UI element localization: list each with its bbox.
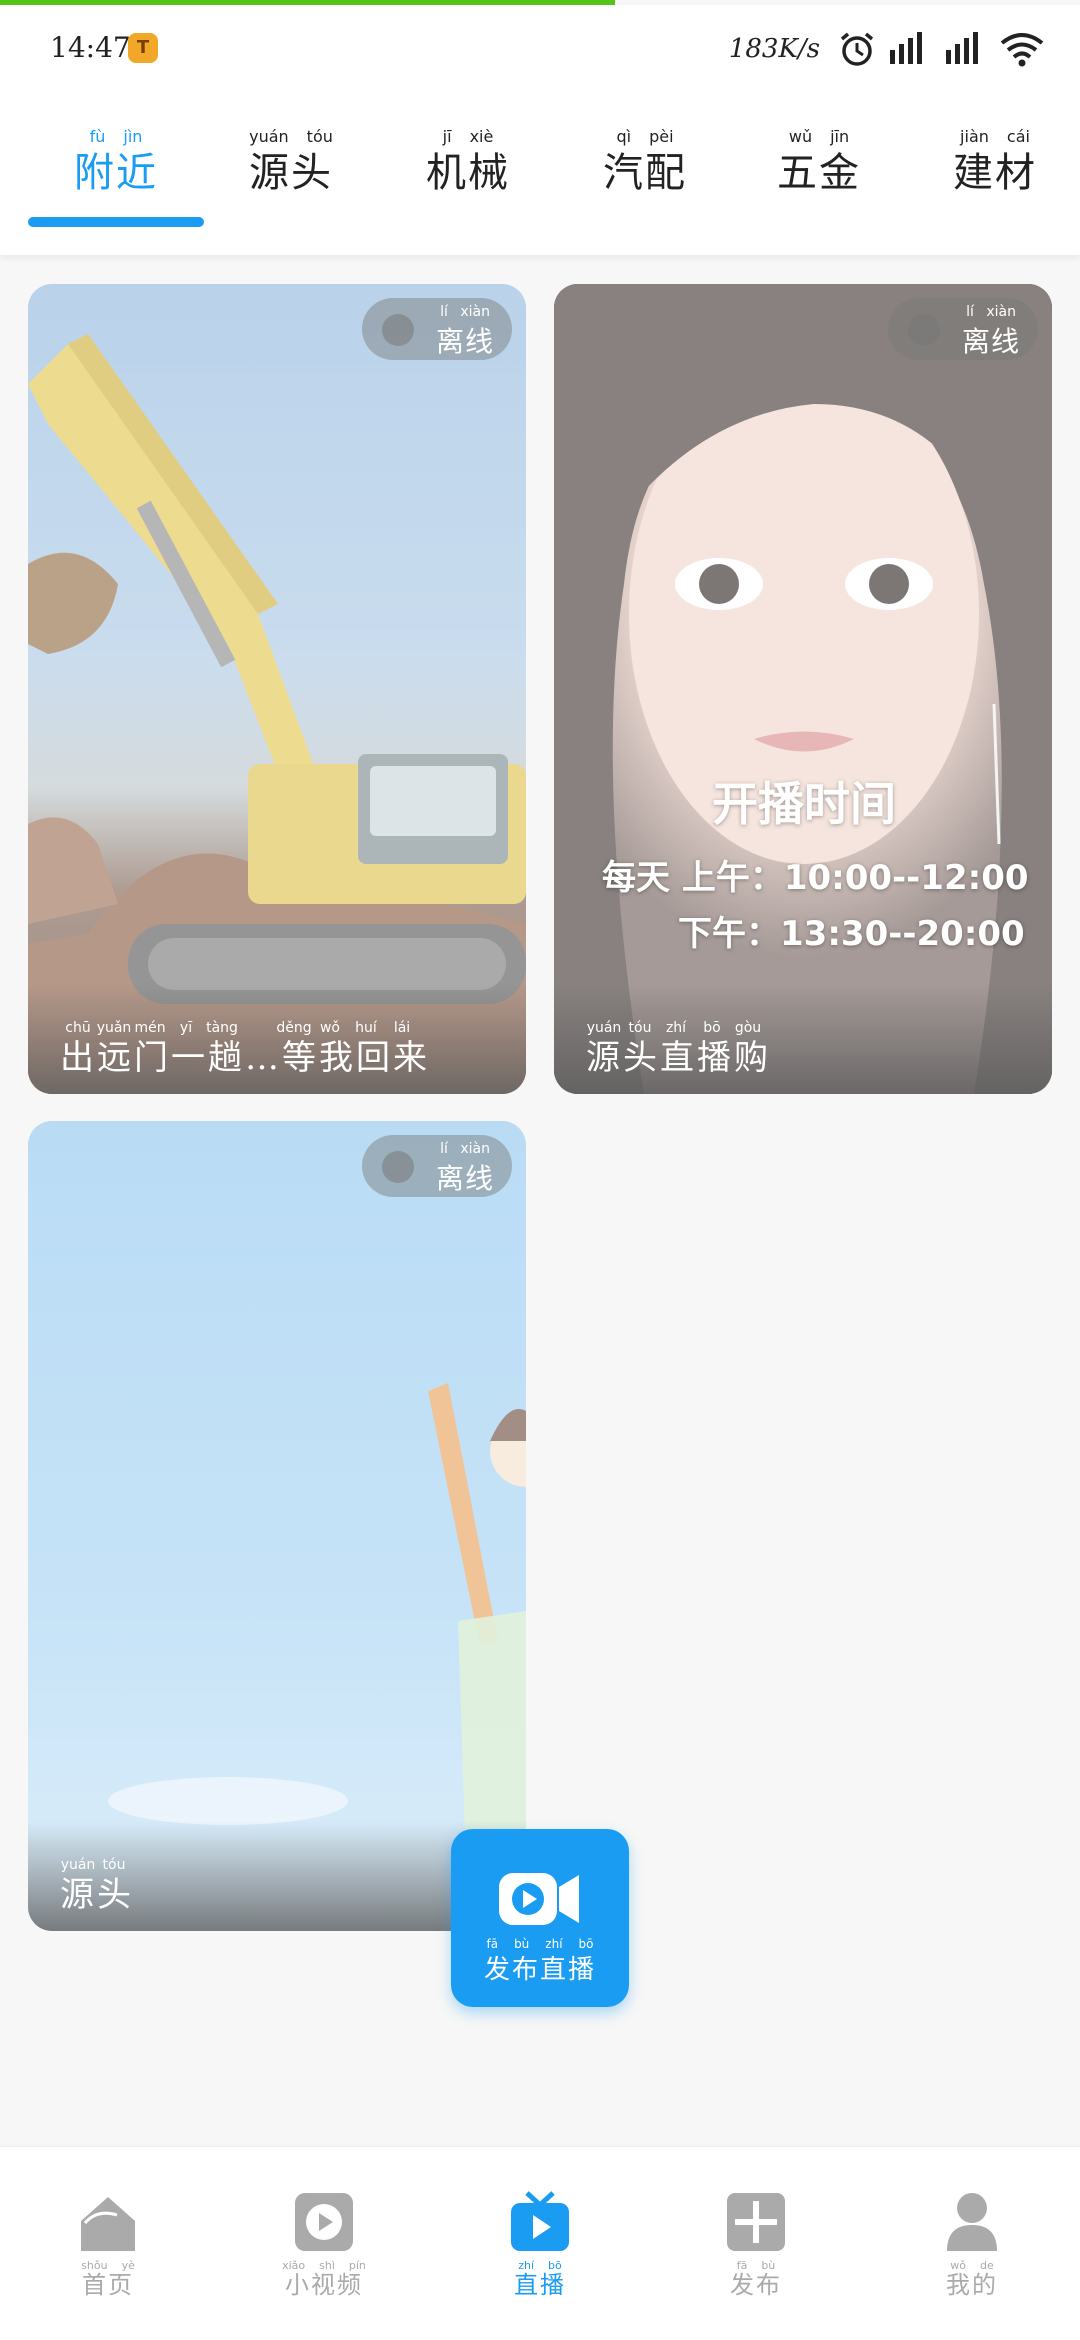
schedule-line-morning: 每天 上午：10:00--12:00	[602, 858, 1029, 898]
status-dot	[382, 1151, 414, 1183]
offline-dim	[28, 1121, 526, 1931]
tab-auto-parts[interactable]: qì pèi 汽配	[560, 127, 730, 199]
tab-label: 汽配	[603, 150, 687, 196]
nav-pinyin: wǒ de	[950, 2259, 994, 2272]
card-title: chū yuǎn mén yī tàng děng wǒ huí lái 出远门一趟…等我回来	[60, 1020, 430, 1078]
status-bar: 14:47 T 183K/s	[0, 5, 1080, 95]
status-icons: 183K/s	[729, 27, 1044, 71]
tab-machinery[interactable]: jī xiè 机械	[383, 127, 553, 199]
card-title: yuán tóu 源头	[60, 1857, 134, 1915]
title-pinyin: chū yuǎn mén yī tàng děng wǒ huí lái	[65, 1020, 411, 1036]
card-title: yuán tóu zhí bō gòu 源头直播购	[586, 1020, 771, 1078]
title-text: 出远门一趟…等我回来	[60, 1038, 430, 1078]
nav-pinyin: xiǎo shì pín	[282, 2259, 366, 2272]
tab-pinyin: jiàn cái	[960, 127, 1030, 146]
notification-app-icon: T	[128, 33, 158, 63]
tv-live-icon	[511, 2191, 569, 2251]
badge-pinyin: lí xiàn	[440, 1141, 490, 1157]
offline-badge: lí xiàn 离线	[362, 298, 512, 360]
nav-label: 小视频	[285, 2271, 363, 2299]
bottom-nav: shǒu yè 首页 xiǎo shì pín 小视频 zhí bō 直播 fā bù 发…	[0, 2146, 1080, 2340]
tab-pinyin: wǔ jīn	[788, 127, 850, 146]
nav-pinyin: shǒu yè	[81, 2259, 135, 2272]
active-tab-indicator	[28, 217, 204, 227]
tab-label: 机械	[426, 150, 510, 196]
tab-label: 五金	[777, 150, 861, 196]
nav-label: 直播	[514, 2271, 566, 2299]
title-text: 源头直播购	[586, 1038, 771, 1078]
title-pinyin: yuán tóu zhí bō gòu	[586, 1020, 762, 1036]
fab-label: 发布直播	[483, 1955, 596, 1985]
nav-pinyin: fā bù	[736, 2259, 776, 2272]
tab-pinyin: fù jìn	[89, 127, 143, 146]
publish-live-button[interactable]: fā bù zhí bō 发布直播	[451, 1829, 629, 2007]
tab-source[interactable]: yuán tóu 源头	[206, 127, 376, 199]
user-icon	[947, 2193, 997, 2251]
nav-mine[interactable]: wǒ de 我的	[902, 2191, 1042, 2299]
offline-dim	[554, 284, 1052, 1094]
plus-icon	[727, 2193, 785, 2251]
wifi-icon	[1000, 33, 1044, 67]
nav-label: 发布	[730, 2271, 782, 2299]
tab-label: 附近	[74, 150, 158, 196]
category-tabs: fù jìn 附近 yuán tóu 源头 jī xiè 机械 qì pèi 汽配 wǔ…	[0, 95, 1080, 255]
tab-pinyin: yuán tóu	[249, 127, 333, 146]
nav-pinyin: zhí bō	[518, 2259, 562, 2272]
tab-pinyin: qì pèi	[616, 127, 674, 146]
alarm-icon	[840, 32, 874, 66]
nav-label: 我的	[946, 2271, 998, 2299]
tab-pinyin: jī xiè	[442, 127, 494, 146]
tab-label: 源头	[249, 150, 333, 196]
title-pinyin: yuán tóu	[60, 1857, 126, 1873]
live-card[interactable]: 开播时间 每天 上午：10:00--12:00 下午：13:30--20:00 …	[554, 284, 1052, 1094]
nav-label: 首页	[82, 2271, 134, 2299]
net-speed: 183K/s	[728, 34, 820, 64]
nav-live[interactable]: zhí bō 直播	[470, 2191, 610, 2299]
tab-nearby[interactable]: fù jìn 附近	[31, 127, 201, 199]
signal-icon	[890, 32, 922, 64]
offline-badge: lí xiàn 离线	[888, 298, 1038, 360]
signal-icon	[946, 32, 978, 64]
status-time: 14:47	[50, 31, 131, 64]
home-icon	[81, 2197, 135, 2251]
badge-label: 离线	[961, 325, 1020, 358]
status-dot	[908, 314, 940, 346]
nav-publish[interactable]: fā bù 发布	[686, 2191, 826, 2299]
badge-pinyin: lí xiàn	[440, 304, 490, 320]
live-card[interactable]: lí xiàn 离线 yuán tóu 源头	[28, 1121, 526, 1931]
nav-short-video[interactable]: xiǎo shì pín 小视频	[254, 2191, 394, 2299]
status-dot	[382, 314, 414, 346]
title-text: 源头	[60, 1875, 134, 1915]
tab-label: 建材	[953, 150, 1037, 196]
nav-home[interactable]: shǒu yè 首页	[38, 2191, 178, 2299]
tab-building-materials[interactable]: jiàn cái 建材	[910, 127, 1080, 199]
schedule-heading: 开播时间	[712, 777, 896, 831]
schedule-line-afternoon: 下午：13:30--20:00	[678, 914, 1025, 954]
badge-label: 离线	[435, 1162, 494, 1195]
offline-badge: lí xiàn 离线	[362, 1135, 512, 1197]
badge-label: 离线	[435, 325, 494, 358]
tab-hardware[interactable]: wǔ jīn 五金	[734, 127, 904, 199]
video-camera-icon	[499, 1873, 579, 1925]
offline-dim	[28, 284, 526, 1094]
video-play-icon	[295, 2193, 353, 2251]
badge-pinyin: lí xiàn	[966, 304, 1016, 320]
live-card[interactable]: lí xiàn 离线 chū yuǎn mén yī tàng děng wǒ huí lái …	[28, 284, 526, 1094]
